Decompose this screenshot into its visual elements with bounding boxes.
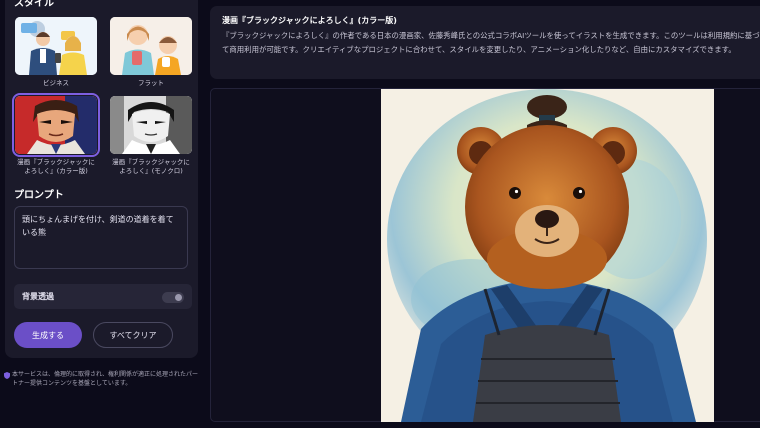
style-label: 漫画『ブラックジャックに よろしく』(モノクロ) [112,158,190,175]
generated-image[interactable] [381,89,714,422]
toggle-knob [175,294,182,301]
style-card-business[interactable]: ビジネス [15,17,97,88]
app-page: スタイル ビジネス フラット 漫画『ブラックジャックに よろしく』(カラー版) … [0,0,760,428]
background-transparent-toggle[interactable] [162,292,184,303]
style-label: フラット [138,79,164,87]
settings-panel: スタイル ビジネス フラット 漫画『ブラックジャックに よろしく』(カラー版) … [5,0,198,358]
style-label: ビジネス [43,79,69,87]
style-description-panel: 漫画『ブラックジャックによろしく』(カラー版) 『ブラックジャックによろしく』の… [210,6,760,79]
style-label: 漫画『ブラックジャックに よろしく』(カラー版) [17,158,95,175]
description-title: 漫画『ブラックジャックによろしく』(カラー版) [222,16,397,25]
generate-button[interactable]: 生成する [14,322,82,348]
clear-all-button[interactable]: すべてクリア [93,322,173,348]
disclaimer-text: 本サービスは、倫理的に取得され、権利関係が適正に処理されたパートナー提供コンテン… [12,371,199,387]
description-body: 『ブラックジャックによろしく』の作者である日本の漫画家、佐藤秀峰氏との公式コラボ… [222,31,760,54]
style-card-flat[interactable]: フラット [110,17,192,88]
result-panel [210,88,760,422]
shield-icon [4,372,10,379]
business-style-thumbnail [15,17,97,75]
flat-style-thumbnail [110,17,192,75]
background-transparent-label: 背景透過 [22,292,54,301]
disclaimer: 本サービスは、倫理的に取得され、権利関係が適正に処理されたパートナー提供コンテン… [4,370,199,388]
style-card-manga-mono[interactable]: 漫画『ブラックジャックに よろしく』(モノクロ) [110,96,192,176]
style-card-manga-color[interactable]: 漫画『ブラックジャックに よろしく』(カラー版) [12,93,100,176]
prompt-input[interactable]: 頭にちょんまげを付け、剣道の道着を着ている熊 [14,206,188,269]
manga-mono-style-thumbnail [110,96,192,154]
background-transparent-row: 背景透過 [14,284,192,309]
style-section-title: スタイル [14,0,54,9]
manga-color-style-thumbnail [12,93,100,157]
prompt-section-title: プロンプト [14,190,64,201]
